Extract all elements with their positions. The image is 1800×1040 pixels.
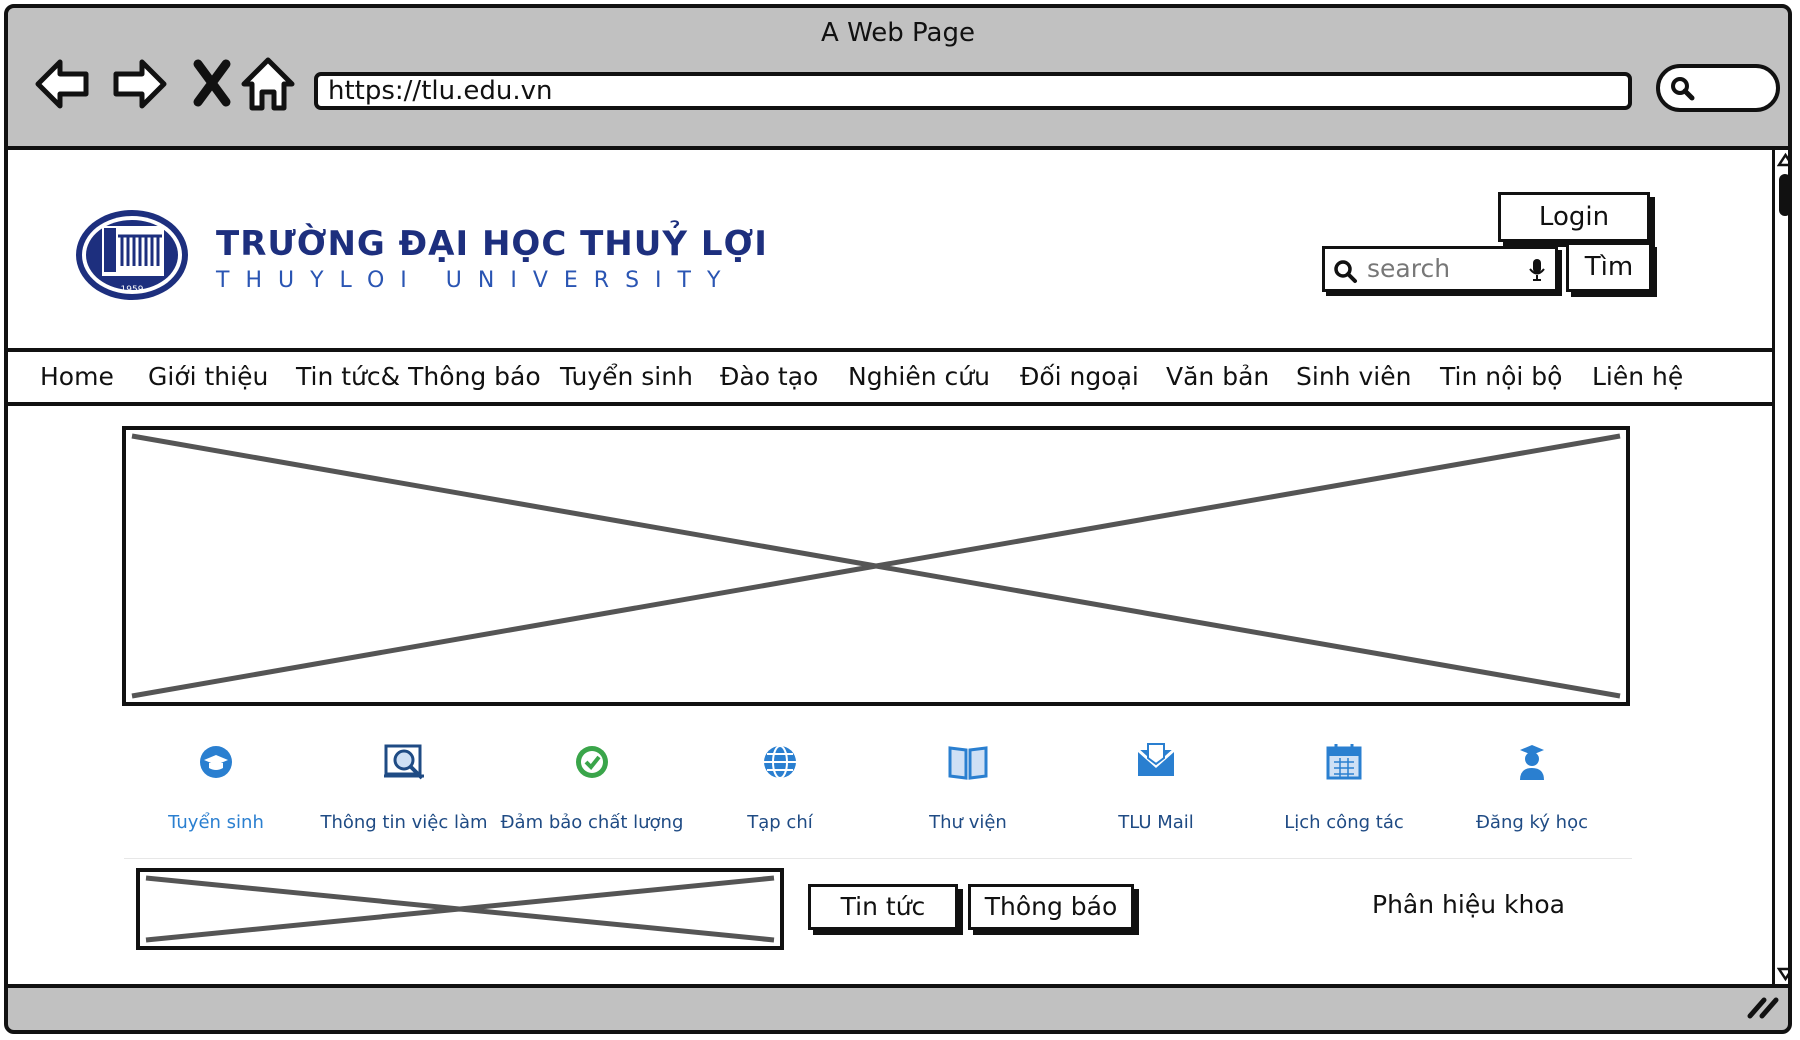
- main-menu: Home Giới thiệu Tin tức& Thông báo Tuyển…: [8, 348, 1772, 406]
- forward-arrow-icon[interactable]: [106, 52, 170, 116]
- quick-link-thu-vien[interactable]: Thư viện: [874, 738, 1062, 833]
- scroll-up-arrow-icon[interactable]: [1777, 152, 1792, 168]
- job-search-icon: [384, 744, 424, 780]
- menu-item-dao-tao[interactable]: Đào tạo: [720, 362, 818, 391]
- search-button[interactable]: Tìm: [1566, 242, 1652, 292]
- microphone-icon[interactable]: [1529, 258, 1545, 282]
- quick-link-thong-tin-viec-lam[interactable]: Thông tin việc làm: [310, 738, 498, 833]
- search-icon: [1671, 77, 1695, 101]
- menu-item-home[interactable]: Home: [40, 362, 114, 391]
- menu-item-sinh-vien[interactable]: Sinh viên: [1296, 362, 1411, 391]
- quick-link-label: Tạp chí: [747, 812, 813, 833]
- news-image-placeholder: [136, 868, 784, 950]
- banner-image-placeholder: [122, 426, 1630, 706]
- site-search-input[interactable]: search: [1322, 246, 1558, 292]
- quick-link-tap-chi[interactable]: Tạp chí: [686, 738, 874, 833]
- scrollbar-thumb[interactable]: [1779, 174, 1788, 216]
- browser-window: A Web Page https://tlu.edu.vn 1959 TRƯỜN…: [4, 4, 1792, 1034]
- quick-link-label: Đảm bảo chất lượng: [500, 812, 684, 833]
- quick-link-label: Lịch công tác: [1284, 812, 1404, 833]
- browser-search-field[interactable]: [1656, 64, 1780, 112]
- menu-item-doi-ngoai[interactable]: Đối ngoại: [1020, 362, 1139, 391]
- quick-link-tlu-mail[interactable]: TLU Mail: [1062, 738, 1250, 833]
- search-icon: [1334, 260, 1357, 283]
- vertical-scrollbar[interactable]: [1772, 146, 1792, 988]
- page-viewport: 1959 TRƯỜNG ĐẠI HỌC THUỶ LỢI THUYLOI UNI…: [8, 146, 1772, 988]
- quick-link-label: Tuyển sinh: [168, 812, 264, 833]
- menu-item-van-ban[interactable]: Văn bản: [1166, 362, 1269, 391]
- menu-item-lien-he[interactable]: Liên hệ: [1592, 362, 1683, 391]
- globe-www-icon: [764, 745, 796, 779]
- menu-item-tin-noi-bo[interactable]: Tin nội bộ: [1440, 362, 1562, 391]
- close-icon[interactable]: [180, 52, 244, 116]
- menu-item-tin-tuc-thong-bao[interactable]: Tin tức& Thông báo: [296, 362, 541, 391]
- tab-news[interactable]: Tin tức: [808, 884, 958, 930]
- mail-icon: [1137, 743, 1175, 776]
- quick-link-lich-cong-tac[interactable]: Lịch công tác: [1250, 738, 1438, 833]
- login-button[interactable]: Login: [1498, 192, 1650, 242]
- back-arrow-icon[interactable]: [32, 52, 96, 116]
- menu-item-gioi-thieu[interactable]: Giới thiệu: [148, 362, 268, 391]
- menu-item-tuyen-sinh[interactable]: Tuyển sinh: [560, 362, 693, 391]
- menu-item-nghien-cuu[interactable]: Nghiên cứu: [848, 362, 990, 391]
- graduation-cap-icon: [200, 746, 232, 778]
- logo-year: 1959: [121, 285, 144, 295]
- quality-check-icon: [576, 746, 608, 778]
- branch-heading[interactable]: Phân hiệu khoa: [1372, 890, 1565, 919]
- quick-link-label: Đăng ký học: [1475, 812, 1588, 833]
- quick-link-label: Thư viện: [929, 812, 1007, 833]
- calendar-icon: [1326, 744, 1362, 780]
- university-logo: 1959: [76, 210, 188, 300]
- quick-link-label: TLU Mail: [1118, 812, 1194, 833]
- divider: [124, 858, 1632, 859]
- window-title: A Web Page: [821, 18, 975, 48]
- scroll-down-arrow-icon[interactable]: [1777, 966, 1792, 982]
- book-icon: [948, 746, 988, 780]
- quick-link-tuyen-sinh[interactable]: Tuyển sinh: [122, 738, 310, 833]
- student-icon: [1520, 745, 1544, 780]
- search-placeholder: search: [1367, 254, 1451, 283]
- resize-grip-icon[interactable]: [1746, 994, 1780, 1020]
- home-icon[interactable]: [236, 52, 300, 116]
- quick-link-label: Thông tin việc làm: [320, 812, 488, 833]
- address-bar[interactable]: https://tlu.edu.vn: [314, 72, 1632, 110]
- university-name: TRƯỜNG ĐẠI HỌC THUỶ LỢI: [216, 224, 768, 264]
- university-subtitle: THUYLOI UNIVERSITY: [216, 268, 737, 293]
- tab-announcements[interactable]: Thông báo: [968, 884, 1134, 930]
- quick-link-dam-bao-chat-luong[interactable]: Đảm bảo chất lượng: [498, 738, 686, 833]
- quick-link-dang-ky-hoc[interactable]: Đăng ký học: [1438, 738, 1626, 833]
